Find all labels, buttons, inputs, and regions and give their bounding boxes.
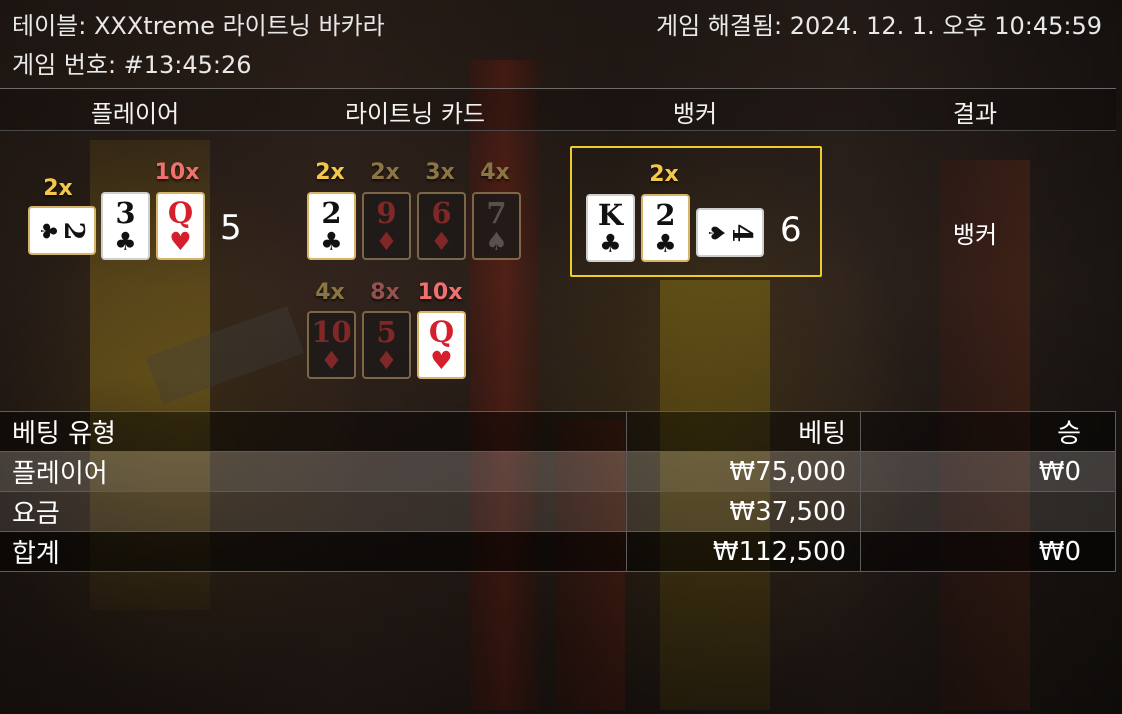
lightning-multiplier: 4x xyxy=(480,160,510,185)
banker-score: 6 xyxy=(780,210,802,250)
card-rank: 9 xyxy=(376,195,397,230)
bet-amount-header: 베팅 xyxy=(626,411,862,452)
bet-amount: ₩112,500 xyxy=(626,531,862,572)
card-rank: 2 xyxy=(655,197,676,232)
player-card: 2 ♣ xyxy=(28,206,96,255)
lightning-card: 2 ♣ xyxy=(307,192,356,260)
player-card-multiplier: 2x xyxy=(43,176,73,201)
win-amount: ₩0 xyxy=(860,451,1116,492)
bet-type: 플레이어 xyxy=(0,451,628,492)
diamond-icon: ♦ xyxy=(375,345,398,375)
column-player: 플레이어 xyxy=(90,100,180,128)
bets-header-row: 베팅 유형 베팅 승 xyxy=(0,411,1116,452)
lightning-card: Q ♥ xyxy=(417,311,466,379)
diamond-icon: ♦ xyxy=(320,345,343,375)
lightning-card: 9 ♦ xyxy=(362,192,411,260)
table-row: 요금 ₩37,500 xyxy=(0,491,1116,532)
lightning-card: 7 ♠ xyxy=(472,192,521,260)
table-row: 합계 ₩112,500 ₩0 xyxy=(0,531,1116,572)
lightning-card: 6 ♦ xyxy=(417,192,466,260)
bet-amount: ₩75,000 xyxy=(626,451,862,492)
win-amount: ₩0 xyxy=(860,531,1116,572)
card-rank: 2 xyxy=(321,195,342,230)
player-card: Q ♥ xyxy=(156,192,205,260)
club-icon: ♣ xyxy=(114,226,137,256)
bet-amount: ₩37,500 xyxy=(626,491,862,532)
player-score: 5 xyxy=(220,208,242,248)
diamond-icon: ♦ xyxy=(430,226,453,256)
lightning-multiplier: 4x xyxy=(315,280,345,305)
game-result: 뱅커 xyxy=(952,221,998,249)
card-rank: 3 xyxy=(115,195,136,230)
lightning-card: 10 ♦ xyxy=(307,311,356,379)
club-icon: ♣ xyxy=(320,226,343,256)
spade-icon: ♠ xyxy=(702,222,729,243)
bet-type-header: 베팅 유형 xyxy=(0,411,628,452)
club-icon: ♣ xyxy=(654,228,677,258)
heart-icon: ♥ xyxy=(430,345,453,375)
card-rank: 7 xyxy=(486,195,507,230)
game-number: 게임 번호: #13:45:26 xyxy=(12,51,252,79)
diamond-icon: ♦ xyxy=(375,226,398,256)
card-rank: Q xyxy=(167,195,194,230)
lightning-multiplier: 8x xyxy=(370,280,400,305)
spade-icon: ♠ xyxy=(485,226,508,256)
bet-type: 합계 xyxy=(0,531,628,572)
card-rank: 2 xyxy=(57,221,89,240)
lightning-multiplier: 2x xyxy=(370,160,400,185)
lightning-multiplier: 3x xyxy=(425,160,455,185)
cards-column-header: 플레이어 라이트닝 카드 뱅커 결과 xyxy=(0,88,1116,131)
column-lightning-cards: 라이트닝 카드 xyxy=(344,100,486,128)
banker-card-multiplier: 2x xyxy=(649,162,679,187)
card-rank: 4 xyxy=(725,223,757,242)
card-rank: 6 xyxy=(431,195,452,230)
player-card-multiplier: 10x xyxy=(154,160,200,185)
player-card: 3 ♣ xyxy=(101,192,150,260)
heart-icon: ♥ xyxy=(169,226,192,256)
banker-card: K ♣ xyxy=(586,194,635,262)
table-row: 플레이어 ₩75,000 ₩0 xyxy=(0,451,1116,492)
card-rank: 10 xyxy=(311,314,352,349)
bets-table: 베팅 유형 베팅 승 플레이어 ₩75,000 ₩0 요금 ₩37,500 합계… xyxy=(0,411,1116,572)
lightning-card: 5 ♦ xyxy=(362,311,411,379)
lightning-multiplier: 2x xyxy=(315,160,345,185)
card-rank: 5 xyxy=(376,314,397,349)
lightning-multiplier: 10x xyxy=(417,280,463,305)
bet-type: 요금 xyxy=(0,491,628,532)
card-rank: Q xyxy=(428,314,455,349)
club-icon: ♣ xyxy=(34,220,61,241)
win-amount xyxy=(860,491,1116,532)
banker-card: 2 ♣ xyxy=(641,194,690,262)
win-amount-header: 승 xyxy=(860,411,1116,452)
banker-card: 4 ♠ xyxy=(696,208,764,257)
column-result: 결과 xyxy=(952,100,998,128)
column-banker: 뱅커 xyxy=(672,100,718,128)
club-icon: ♣ xyxy=(599,228,622,258)
table-name: 테이블: XXXtreme 라이트닝 바카라 xyxy=(12,12,385,40)
card-rank: K xyxy=(597,197,624,232)
game-resolved-time: 게임 해결됨: 2024. 12. 1. 오후 10:45:59 xyxy=(656,12,1102,40)
